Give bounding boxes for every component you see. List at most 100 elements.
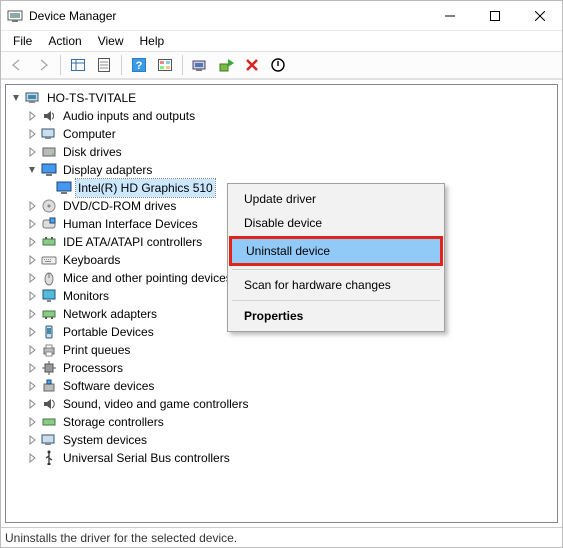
tree-category-label: Portable Devices bbox=[61, 323, 156, 341]
back-button[interactable] bbox=[5, 53, 29, 77]
device-category-icon bbox=[41, 270, 57, 286]
show-hide-tree-button[interactable] bbox=[66, 53, 90, 77]
expand-icon[interactable] bbox=[26, 326, 38, 338]
expand-icon[interactable] bbox=[26, 146, 38, 158]
expand-icon[interactable] bbox=[26, 380, 38, 392]
menu-action[interactable]: Action bbox=[40, 32, 89, 50]
tree-category-label: DVD/CD-ROM drives bbox=[61, 197, 178, 215]
tree-category[interactable]: Processors bbox=[8, 359, 555, 377]
update-driver-button[interactable] bbox=[214, 53, 238, 77]
tree-category-label: Processors bbox=[61, 359, 125, 377]
status-text: Uninstalls the driver for the selected d… bbox=[5, 531, 237, 545]
ctx-separator bbox=[232, 300, 440, 301]
device-category-icon bbox=[41, 342, 57, 358]
ctx-uninstall-device[interactable]: Uninstall device bbox=[232, 239, 440, 263]
menu-view[interactable]: View bbox=[90, 32, 132, 50]
tree-category-label: Display adapters bbox=[61, 161, 154, 179]
tree-category-label: Storage controllers bbox=[61, 413, 166, 431]
device-category-icon bbox=[41, 324, 57, 340]
tree-category-label: Human Interface Devices bbox=[61, 215, 200, 233]
tree-root-label: HO-TS-TVITALE bbox=[45, 89, 138, 107]
maximize-button[interactable] bbox=[472, 1, 517, 30]
device-category-icon bbox=[41, 396, 57, 412]
device-category-icon bbox=[41, 288, 57, 304]
separator bbox=[60, 55, 61, 75]
separator bbox=[121, 55, 122, 75]
expand-icon[interactable] bbox=[26, 254, 38, 266]
tree-device-label: Intel(R) HD Graphics 510 bbox=[76, 179, 215, 197]
status-bar: Uninstalls the driver for the selected d… bbox=[1, 527, 562, 547]
expand-icon[interactable] bbox=[26, 236, 38, 248]
tree-category[interactable]: Sound, video and game controllers bbox=[8, 395, 555, 413]
tree-category-label: Computer bbox=[61, 125, 118, 143]
tree-category-label: Network adapters bbox=[61, 305, 159, 323]
device-category-icon bbox=[41, 216, 57, 232]
tree-category[interactable]: Print queues bbox=[8, 341, 555, 359]
tree-category-label: Audio inputs and outputs bbox=[61, 107, 197, 125]
tree-category[interactable]: Display adapters bbox=[8, 161, 555, 179]
tree-category-label: Mice and other pointing devices bbox=[61, 269, 234, 287]
device-category-icon bbox=[41, 306, 57, 322]
expand-icon[interactable] bbox=[26, 218, 38, 230]
expand-icon[interactable] bbox=[26, 128, 38, 140]
properties-button[interactable] bbox=[92, 53, 116, 77]
ctx-disable-device[interactable]: Disable device bbox=[230, 211, 442, 235]
expand-icon[interactable] bbox=[26, 164, 38, 176]
expand-icon[interactable] bbox=[26, 200, 38, 212]
tree-category-label: Universal Serial Bus controllers bbox=[61, 449, 232, 467]
expand-icon[interactable] bbox=[26, 452, 38, 464]
expand-icon[interactable] bbox=[26, 398, 38, 410]
device-category-icon bbox=[41, 414, 57, 430]
ctx-properties[interactable]: Properties bbox=[230, 304, 442, 328]
ctx-update-driver[interactable]: Update driver bbox=[230, 187, 442, 211]
display-adapter-icon bbox=[56, 180, 72, 196]
toolbar: ? bbox=[1, 51, 562, 79]
scan-hardware-button[interactable] bbox=[188, 53, 212, 77]
tree-category-label: System devices bbox=[61, 431, 149, 449]
expand-icon[interactable] bbox=[26, 362, 38, 374]
device-tree[interactable]: HO-TS-TVITALE Audio inputs and outputsCo… bbox=[5, 84, 558, 523]
expand-icon[interactable] bbox=[26, 434, 38, 446]
tree-category[interactable]: Software devices bbox=[8, 377, 555, 395]
disable-button[interactable] bbox=[266, 53, 290, 77]
device-category-icon bbox=[41, 234, 57, 250]
expand-icon[interactable] bbox=[26, 416, 38, 428]
menu-help[interactable]: Help bbox=[132, 32, 173, 50]
tree-category[interactable]: Disk drives bbox=[8, 143, 555, 161]
tree-category-label: Sound, video and game controllers bbox=[61, 395, 250, 413]
expand-icon[interactable] bbox=[26, 290, 38, 302]
device-category-icon bbox=[41, 450, 57, 466]
svg-text:?: ? bbox=[136, 60, 143, 72]
highlight-box: Uninstall device bbox=[229, 236, 443, 266]
menu-file[interactable]: File bbox=[5, 32, 40, 50]
tree-category[interactable]: Computer bbox=[8, 125, 555, 143]
device-category-icon bbox=[41, 252, 57, 268]
help-button[interactable]: ? bbox=[127, 53, 151, 77]
menubar: File Action View Help bbox=[1, 31, 562, 51]
device-category-icon bbox=[41, 378, 57, 394]
tree-category[interactable]: Audio inputs and outputs bbox=[8, 107, 555, 125]
device-category-icon bbox=[41, 144, 57, 160]
tree-category-label: Print queues bbox=[61, 341, 132, 359]
uninstall-button[interactable] bbox=[240, 53, 264, 77]
tree-root[interactable]: HO-TS-TVITALE bbox=[8, 89, 555, 107]
tree-category[interactable]: System devices bbox=[8, 431, 555, 449]
expand-icon[interactable] bbox=[26, 272, 38, 284]
tree-category-label: Keyboards bbox=[61, 251, 122, 269]
tree-category-label: Software devices bbox=[61, 377, 156, 395]
ctx-separator bbox=[232, 269, 440, 270]
ctx-scan-hardware[interactable]: Scan for hardware changes bbox=[230, 273, 442, 297]
expand-icon[interactable] bbox=[26, 344, 38, 356]
close-button[interactable] bbox=[517, 1, 562, 30]
expand-icon[interactable] bbox=[26, 110, 38, 122]
expand-icon[interactable] bbox=[26, 308, 38, 320]
computer-icon bbox=[25, 90, 41, 106]
tree-category[interactable]: Storage controllers bbox=[8, 413, 555, 431]
collapse-icon[interactable] bbox=[10, 92, 22, 104]
action-button[interactable] bbox=[153, 53, 177, 77]
minimize-button[interactable] bbox=[427, 1, 472, 30]
device-category-icon bbox=[41, 108, 57, 124]
tree-category[interactable]: Universal Serial Bus controllers bbox=[8, 449, 555, 467]
forward-button[interactable] bbox=[31, 53, 55, 77]
device-category-icon bbox=[41, 198, 57, 214]
